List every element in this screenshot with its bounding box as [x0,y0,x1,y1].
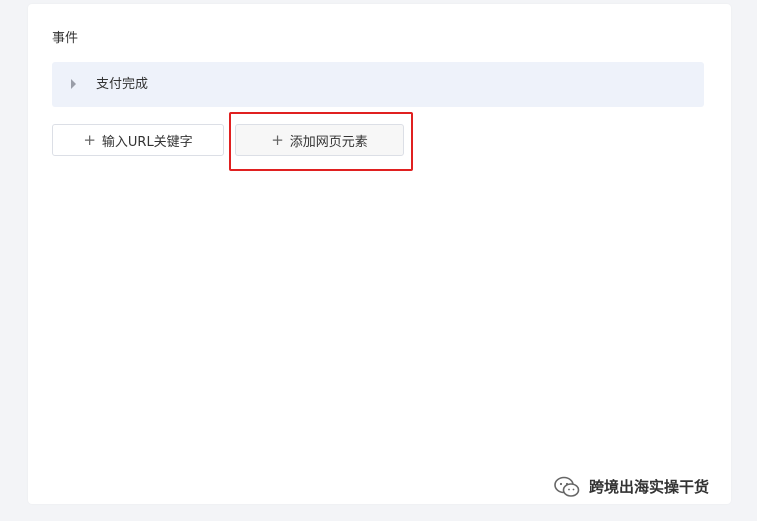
caret-right-icon[interactable] [71,79,76,89]
event-row-payment-complete[interactable]: 支付完成 [52,62,704,107]
event-config-card: 事件 支付完成 + 输入URL关键字 + 添加网页元素 [28,4,731,504]
add-page-element-button[interactable]: + 添加网页元素 [235,124,404,156]
event-label: 支付完成 [96,77,149,92]
page: 事件 支付完成 + 输入URL关键字 + 添加网页元素 跨境出海实操干货 [0,0,757,521]
wechat-icon [554,476,580,497]
section-title: 事件 [52,31,79,46]
watermark: 跨境出海实操干货 [553,476,709,498]
plus-icon: + [271,130,284,149]
watermark-text: 跨境出海实操干货 [589,478,710,496]
plus-icon: + [83,130,96,149]
add-page-element-label: 添加网页元素 [289,134,368,150]
add-url-keyword-button[interactable]: + 输入URL关键字 [52,124,224,156]
add-url-keyword-label: 输入URL关键字 [101,134,193,150]
